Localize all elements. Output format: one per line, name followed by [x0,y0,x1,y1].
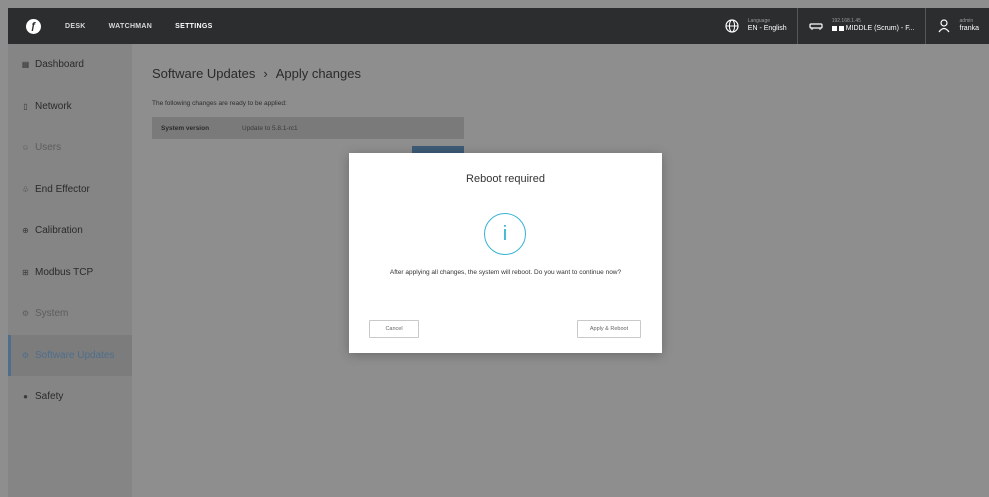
sidebar-item-label: Calibration [35,225,83,237]
sidebar-item-system[interactable]: ⚙ System [8,293,132,335]
sidebar-item-label: System [35,308,69,320]
globe-icon [724,18,740,34]
sidebar-item-modbus[interactable]: ⊞ Modbus TCP [8,252,132,294]
user-menu[interactable]: admin franka [924,8,989,44]
sidebar: ▦ Dashboard ▯ Network ☺ Users ♧ End Effe… [8,44,132,497]
sidebar-item-safety[interactable]: ● Safety [8,376,132,418]
sidebar-item-users[interactable]: ☺ Users [8,127,132,169]
status-square-icon [831,25,837,31]
sidebar-item-calibration[interactable]: ⊕ Calibration [8,210,132,252]
sidebar-item-label: Modbus TCP [35,266,94,278]
sidebar-item-software-updates[interactable]: ⚙ Software Updates [8,334,132,376]
robot-icon [808,18,824,34]
sidebar-item-end-effector[interactable]: ♧ End Effector [8,169,132,211]
network-icon: ▯ [23,101,28,111]
cancel-button[interactable]: Cancel [369,320,419,338]
info-glyph: i [502,222,508,245]
reboot-dialog: Reboot required i After applying all cha… [349,153,662,353]
robot-status[interactable]: 192.168.1.45 MIDDLE (Scrum) - F... [796,8,925,44]
sidebar-item-label: Safety [35,391,64,403]
sidebar-item-label: Dashboard [35,59,84,71]
top-bar: ƒ DESK WATCHMAN SETTINGS Language EN - E… [8,8,989,44]
sidebar-item-dashboard[interactable]: ▦ Dashboard [8,44,132,86]
sidebar-item-label: Users [35,142,62,154]
page-title: Apply changes [275,66,361,81]
chevron-right-icon: › [263,66,268,81]
users-icon: ☺ [21,143,30,153]
sidebar-item-label: Network [35,100,72,112]
system-icon: ⚙ [21,309,30,319]
language-value: EN - English [747,24,787,32]
change-value: Update to 5.8.1-rc1 [242,124,298,132]
safety-icon: ● [23,392,28,402]
nav-desk[interactable]: DESK [65,23,86,30]
top-right-status: Language EN - English 192.168.1.45 MIDDL… [714,8,989,44]
apply-reboot-button[interactable]: Apply & Reboot [577,320,641,338]
dialog-title: Reboot required [466,173,545,185]
breadcrumb: Software Updates › Apply changes [152,66,361,81]
software-updates-icon: ⚙ [21,350,30,360]
robot-status-text: MIDDLE (Scrum) - F... [831,24,915,33]
nav-settings[interactable]: SETTINGS [175,23,212,30]
breadcrumb-section[interactable]: Software Updates [152,66,255,81]
changes-intro: The following changes are ready to be ap… [152,100,287,107]
dashboard-icon: ▦ [21,60,30,70]
end-effector-icon: ♧ [21,184,30,194]
dialog-message: After applying all changes, the system w… [389,269,622,276]
language-selector[interactable]: Language EN - English [714,8,797,44]
franka-logo[interactable]: ƒ [26,18,41,34]
calibration-icon: ⊕ [22,226,29,236]
sidebar-item-label: Software Updates [35,349,115,361]
nav-watchman[interactable]: WATCHMAN [109,23,152,30]
change-key: System version [161,124,210,132]
modbus-icon: ⊞ [22,267,29,277]
sidebar-item-network[interactable]: ▯ Network [8,86,132,128]
lock-icon [838,25,844,31]
user-name: franka [959,24,979,32]
changes-table-row: System version Update to 5.8.1-rc1 [152,117,464,139]
robot-mode: MIDDLE (Scrum) - F... [845,24,915,32]
info-icon: i [484,213,526,255]
sidebar-item-label: End Effector [35,183,90,195]
user-icon [936,18,952,34]
